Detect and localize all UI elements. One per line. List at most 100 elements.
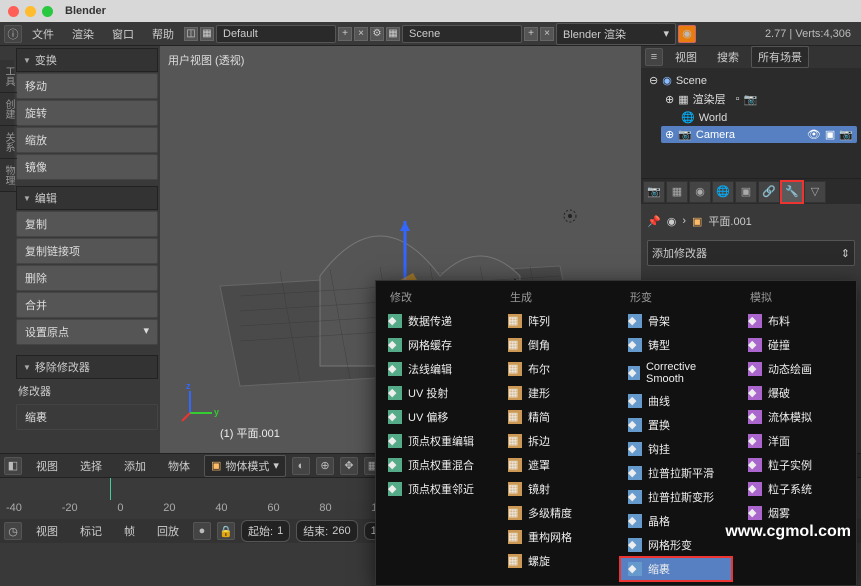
prop-tab-render-layers[interactable]: ▦	[666, 181, 688, 203]
duplicate-linked-button[interactable]: 复制链接项	[16, 238, 158, 264]
mod-ocean[interactable]: ◆洋面	[740, 429, 852, 453]
mod-fluid-sim[interactable]: ◆流体模拟	[740, 405, 852, 429]
mod-uv-project[interactable]: ◆UV 投射	[380, 381, 492, 405]
auto-keyframe-icon[interactable]: ●	[193, 522, 211, 540]
modifier-value-field[interactable]: 缩裹	[16, 404, 158, 430]
render-engine-dropdown[interactable]: Blender 渲染▾	[556, 23, 676, 45]
tab-relations[interactable]: 关系	[0, 126, 17, 159]
mirror-button[interactable]: 镜像	[16, 154, 158, 180]
mod-shrinkwrap[interactable]: ◆缩裹	[620, 557, 732, 581]
mod-particle-instance[interactable]: ◆粒子实例	[740, 453, 852, 477]
mod-laplacian-smooth[interactable]: ◆拉普拉斯平滑	[620, 461, 732, 485]
rotate-button[interactable]: 旋转	[16, 100, 158, 126]
screen-layout-dropdown[interactable]: Default	[216, 25, 336, 43]
prop-tab-constraints[interactable]: 🔗	[758, 181, 780, 203]
mod-hook[interactable]: ◆钩挂	[620, 437, 732, 461]
delete-button[interactable]: 删除	[16, 265, 158, 291]
mod-corrective-smooth[interactable]: ◆Corrective Smooth	[620, 357, 732, 389]
minimize-window-button[interactable]	[25, 6, 36, 17]
mod-edge-split[interactable]: ▦拆边	[500, 429, 612, 453]
mod-mask[interactable]: ▦遮罩	[500, 453, 612, 477]
mod-laplacian-deform[interactable]: ◆拉普拉斯变形	[620, 485, 732, 509]
scene-icon[interactable]: ⚙	[370, 27, 384, 41]
tree-render-layers[interactable]: ⊕▦渲染层▫📷	[661, 89, 857, 109]
view3d-editor-icon[interactable]: ◧	[4, 457, 22, 475]
tree-scene[interactable]: ⊖◉Scene	[645, 72, 857, 89]
mod-armature[interactable]: ◆骨架	[620, 309, 732, 333]
mod-explode[interactable]: ◆爆破	[740, 381, 852, 405]
tl-view-menu[interactable]: 视图	[28, 521, 66, 541]
breadcrumb-object-icon[interactable]: ▣	[692, 215, 702, 228]
mod-lattice[interactable]: ◆晶格	[620, 509, 732, 533]
start-frame-field[interactable]: 起始:1	[241, 520, 290, 542]
layout-icon[interactable]: ◫	[184, 27, 198, 41]
scene-remove-icon[interactable]: ×	[540, 27, 554, 41]
mod-vertex-weight-proximity[interactable]: ◆顶点权重邻近	[380, 477, 492, 501]
outliner-view-menu[interactable]: 视图	[667, 47, 705, 67]
mod-smoke[interactable]: ◆烟雾	[740, 501, 852, 525]
close-window-button[interactable]	[8, 6, 19, 17]
mod-decimate[interactable]: ▦精简	[500, 405, 612, 429]
transform-section-header[interactable]: 变换	[16, 48, 158, 72]
v3d-select-menu[interactable]: 选择	[72, 456, 110, 476]
mod-displace[interactable]: ◆置换	[620, 413, 732, 437]
mod-array[interactable]: ▦阵列	[500, 309, 612, 333]
mod-mesh-cache[interactable]: ◆网格缓存	[380, 333, 492, 357]
edit-section-header[interactable]: 编辑	[16, 186, 158, 210]
add-modifier-dropdown[interactable]: 添加修改器⇕	[647, 240, 855, 266]
mod-mirror[interactable]: ▦镜射	[500, 477, 612, 501]
join-button[interactable]: 合并	[16, 292, 158, 318]
tab-physics[interactable]: 物理	[0, 159, 17, 192]
pivot-icon[interactable]: ⊕	[316, 457, 334, 475]
visibility-icon[interactable]: 👁	[807, 128, 821, 141]
tl-frame-menu[interactable]: 帧	[116, 521, 143, 541]
layout-add-icon[interactable]: +	[338, 27, 352, 41]
mod-uv-warp[interactable]: ◆UV 偏移	[380, 405, 492, 429]
mod-mesh-deform[interactable]: ◆网格形变	[620, 533, 732, 557]
prop-tab-object[interactable]: ▣	[735, 181, 757, 203]
mod-particle-system[interactable]: ◆粒子系统	[740, 477, 852, 501]
outliner-editor-icon[interactable]: ≡	[645, 48, 663, 66]
mod-data-transfer[interactable]: ◆数据传递	[380, 309, 492, 333]
prop-tab-render[interactable]: 📷	[643, 181, 665, 203]
scale-button[interactable]: 缩放	[16, 127, 158, 153]
menu-window[interactable]: 窗口	[104, 24, 142, 44]
tl-marker-menu[interactable]: 标记	[72, 521, 110, 541]
mode-dropdown[interactable]: ▣物体模式▾	[204, 455, 286, 477]
renderable-icon[interactable]: 📷	[839, 128, 853, 141]
info-editor-icon[interactable]: ⓘ	[4, 25, 22, 43]
mod-collision[interactable]: ◆碰撞	[740, 333, 852, 357]
selectable-icon[interactable]: ▣	[825, 128, 835, 141]
scene-dropdown[interactable]: Scene	[402, 25, 522, 43]
scene-add-icon[interactable]: +	[524, 27, 538, 41]
menu-render[interactable]: 渲染	[64, 24, 102, 44]
mod-multires[interactable]: ▦多级精度	[500, 501, 612, 525]
prop-tab-data[interactable]: ▽	[804, 181, 826, 203]
outliner-filter-dropdown[interactable]: 所有场景	[751, 46, 809, 68]
mod-boolean[interactable]: ▦布尔	[500, 357, 612, 381]
outliner-tree[interactable]: ⊖◉Scene ⊕▦渲染层▫📷 🌐World ⊕📷Camera 👁▣📷	[641, 68, 861, 178]
v3d-object-menu[interactable]: 物体	[160, 456, 198, 476]
prop-tab-modifiers[interactable]: 🔧	[781, 181, 803, 203]
timeline-editor-icon[interactable]: ◷	[4, 522, 22, 540]
prop-tab-world[interactable]: 🌐	[712, 181, 734, 203]
mod-vertex-weight-mix[interactable]: ◆顶点权重混合	[380, 453, 492, 477]
pin-icon[interactable]: 📌	[647, 215, 661, 228]
mod-bevel[interactable]: ▦倒角	[500, 333, 612, 357]
menu-file[interactable]: 文件	[24, 24, 62, 44]
mod-cloth[interactable]: ◆布料	[740, 309, 852, 333]
mod-dynamic-paint[interactable]: ◆动态绘画	[740, 357, 852, 381]
menu-help[interactable]: 帮助	[144, 24, 182, 44]
lock-icon[interactable]: 🔒	[217, 522, 235, 540]
mod-cast[interactable]: ◆铸型	[620, 333, 732, 357]
mod-screw[interactable]: ▦螺旋	[500, 549, 612, 573]
layout-browse-icon[interactable]: ▦	[200, 27, 214, 41]
outliner-search-menu[interactable]: 搜索	[709, 47, 747, 67]
zoom-window-button[interactable]	[42, 6, 53, 17]
move-button[interactable]: 移动	[16, 73, 158, 99]
tree-world[interactable]: 🌐World	[677, 109, 857, 126]
shading-icon[interactable]: ◐	[292, 457, 310, 475]
tab-create[interactable]: 创建	[0, 93, 17, 126]
mod-normal-edit[interactable]: ◆法线编辑	[380, 357, 492, 381]
mod-build[interactable]: ▦建形	[500, 381, 612, 405]
